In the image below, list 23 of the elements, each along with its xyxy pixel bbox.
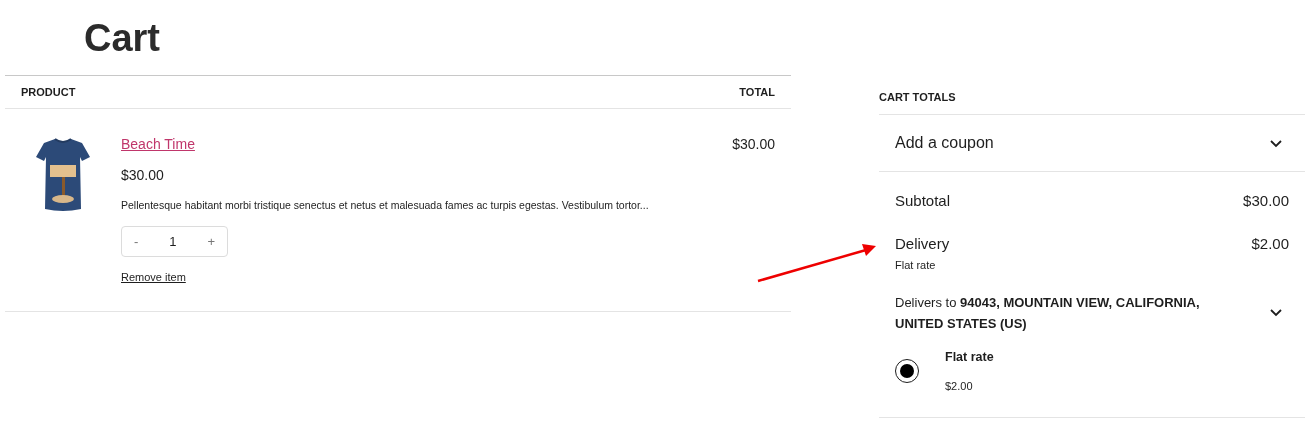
delivery-label: Delivery — [895, 233, 950, 254]
chevron-icon[interactable] — [1269, 138, 1283, 148]
coupon-label[interactable]: Add a coupon — [895, 131, 994, 155]
shipping-option-price: $2.00 — [945, 379, 974, 395]
chevron-icon[interactable] — [1269, 308, 1283, 317]
product-description: Pellentesque habitant morbi tristique senectus et netus et malesuada fames ac turpis egestas. Vestibulum tortor... — [121, 198, 649, 213]
increase-button[interactable]: + — [207, 231, 215, 251]
item-total: $30.00 — [732, 135, 775, 154]
decrease-button[interactable]: - — [134, 231, 139, 251]
quantity-value[interactable]: 1 — [169, 231, 177, 251]
delivery-address: Delivers to 94043, MOUNTAIN VIEW, CALIFORNIA, UNITED STATES (US) — [895, 293, 1201, 333]
remove-item-link[interactable]: Remove item — [121, 268, 186, 286]
product-link[interactable]: Beach Time — [121, 135, 195, 153]
cart-totals-title: CART TOTALS — [879, 89, 956, 105]
column-header: PRODUCT — [21, 84, 76, 100]
subtotal-value: $30.00 — [1243, 191, 1289, 211]
column-header: TOTAL — [739, 84, 775, 100]
page-title: Cart — [84, 16, 162, 61]
product-price: $30.00 — [121, 166, 164, 185]
subtotal-label: Subtotal — [895, 191, 951, 211]
shipping-option-label: Flat rate — [945, 348, 994, 366]
delivery-value: $2.00 — [1251, 233, 1289, 254]
delivery-method: Flat rate — [895, 259, 936, 271]
